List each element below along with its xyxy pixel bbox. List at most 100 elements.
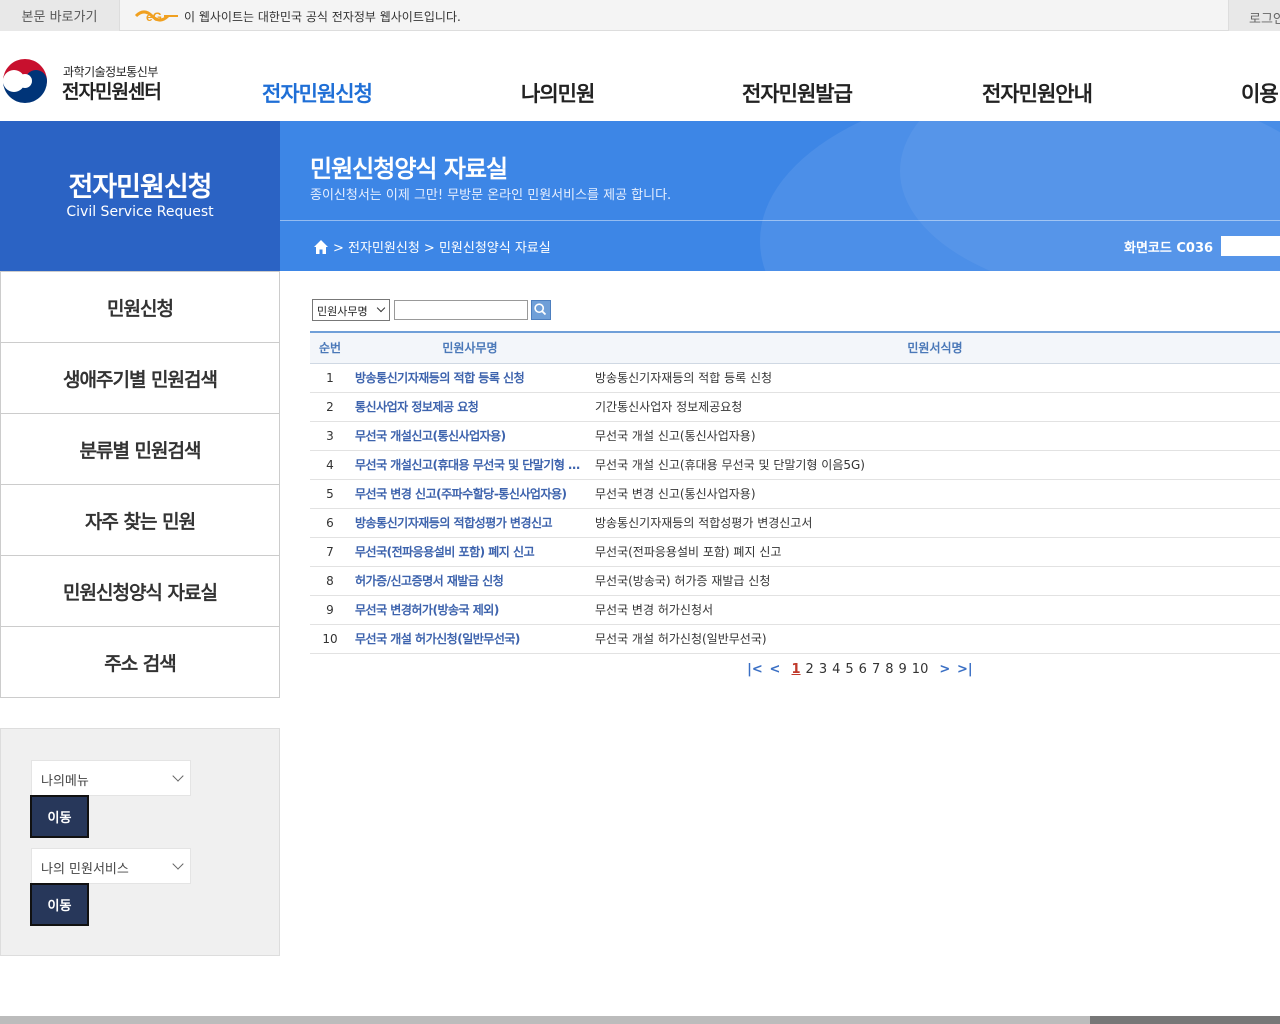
table-row: 10 무선국 개설 허가신청(일반무선국) 무선국 개설 허가신청(일반무선국) bbox=[310, 624, 1280, 654]
lnb-item-address-search[interactable]: 주소 검색 bbox=[1, 627, 279, 697]
gnb-apply[interactable]: 전자민원신청 bbox=[262, 78, 373, 108]
form-name: 무선국 개설 신고(휴대용 무선국 및 단말기형 이음5G) bbox=[590, 450, 1280, 480]
row-number: 6 bbox=[310, 508, 350, 538]
row-number: 7 bbox=[310, 537, 350, 567]
my-service-go-button[interactable]: 이동 bbox=[30, 883, 89, 926]
service-name-link[interactable]: 통신사업자 정보제공 요청 bbox=[350, 392, 590, 422]
lnb-item-lifecycle-search[interactable]: 생애주기별 민원검색 bbox=[1, 343, 279, 414]
lnb-item-frequent[interactable]: 자주 찾는 민원 bbox=[1, 485, 279, 556]
service-name-link[interactable]: 무선국(전파응용설비 포함) 폐지 신고 bbox=[350, 537, 590, 567]
page-banner: 민원신청양식 자료실 종이신청서는 이제 그만! 무방문 온라인 민원서비스를 … bbox=[280, 121, 1280, 271]
my-service-select[interactable]: 나의 민원서비스 bbox=[31, 848, 191, 884]
search-type-select[interactable]: 민원사무명 bbox=[312, 299, 390, 321]
chevron-down-icon bbox=[172, 858, 184, 870]
service-name-link[interactable]: 무선국 변경허가(방송국 제외) bbox=[350, 595, 590, 625]
page-number-link[interactable]: 2 bbox=[806, 662, 814, 677]
gnb-my-civil[interactable]: 나의민원 bbox=[521, 78, 595, 108]
row-number: 8 bbox=[310, 566, 350, 596]
row-number: 3 bbox=[310, 421, 350, 451]
service-name-link[interactable]: 허가증/신고증명서 재발급 신청 bbox=[350, 566, 590, 596]
col-header-number: 순번 bbox=[318, 341, 342, 356]
chevron-down-icon bbox=[376, 303, 386, 313]
my-menu-select[interactable]: 나의메뉴 bbox=[31, 760, 191, 796]
row-number: 9 bbox=[310, 595, 350, 625]
page-number-link[interactable]: 4 bbox=[832, 662, 840, 677]
form-name: 무선국 변경 신고(통신사업자용) bbox=[590, 479, 1280, 509]
form-name: 방송통신기자재등의 적합성평가 변경신고서 bbox=[590, 508, 1280, 538]
banner-divider bbox=[280, 220, 1280, 221]
scrollbar-thumb[interactable] bbox=[1090, 1016, 1280, 1024]
table-row: 9 무선국 변경허가(방송국 제외) 무선국 변경 허가신청서 bbox=[310, 595, 1280, 625]
my-menu-select-value: 나의메뉴 bbox=[41, 774, 89, 789]
government-emblem-icon[interactable] bbox=[0, 56, 50, 106]
section-title: 전자민원신청 bbox=[68, 172, 212, 203]
next-page-icon[interactable]: > bbox=[937, 661, 953, 677]
svg-text:eG: eG bbox=[146, 10, 162, 24]
page-number-link[interactable]: 6 bbox=[859, 662, 867, 677]
form-name: 무선국 변경 허가신청서 bbox=[590, 595, 1280, 625]
egov-notice: 이 웹사이트는 대한민국 공식 전자정부 웹사이트입니다. bbox=[184, 10, 461, 24]
search-button[interactable] bbox=[531, 300, 551, 320]
breadcrumb-path[interactable]: > 전자민원신청 > 민원신청양식 자료실 bbox=[333, 237, 551, 256]
skip-to-content-link[interactable]: 본문 바로가기 bbox=[0, 0, 120, 31]
service-name-link[interactable]: 무선국 개설신고(통신사업자용) bbox=[350, 421, 590, 451]
table-body: 1 방송통신기자재등의 적합 등록 신청 방송통신기자재등의 적합 등록 신청 2 통신… bbox=[310, 363, 1280, 654]
form-name: 무선국(방송국) 허가증 재발급 신청 bbox=[590, 566, 1280, 596]
form-name: 기간통신사업자 정보제공요청 bbox=[590, 392, 1280, 422]
chevron-down-icon bbox=[172, 770, 184, 782]
row-number: 5 bbox=[310, 479, 350, 509]
first-page-icon[interactable]: |< bbox=[747, 661, 763, 677]
form-name: 무선국(전파응용설비 포함) 폐지 신고 bbox=[590, 537, 1280, 567]
page-numbers: 1 2 3 4 5 6 7 8 9 10 bbox=[789, 662, 931, 677]
page-number-link[interactable]: 9 bbox=[899, 662, 907, 677]
lnb-item-apply[interactable]: 민원신청 bbox=[1, 272, 279, 343]
table-row: 4 무선국 개설신고(휴대용 무선국 및 단말기형 이음… 무선국 개설 신고(휴대… bbox=[310, 450, 1280, 480]
my-menu-go-button[interactable]: 이동 bbox=[30, 795, 89, 838]
service-name-link[interactable]: 방송통신기자재등의 적합 등록 신청 bbox=[350, 363, 590, 393]
page-number-link[interactable]: 10 bbox=[912, 662, 929, 677]
prev-page-icon[interactable]: < bbox=[767, 661, 783, 677]
home-icon[interactable] bbox=[313, 239, 329, 255]
table-row: 2 통신사업자 정보제공 요청 기간통신사업자 정보제공요청 bbox=[310, 392, 1280, 422]
row-number: 2 bbox=[310, 392, 350, 422]
page-subtitle: 종이신청서는 이제 그만! 무방문 온라인 민원서비스를 제공 합니다. bbox=[310, 188, 672, 203]
my-service-select-value: 나의 민원서비스 bbox=[41, 862, 129, 877]
page-number-link[interactable]: 3 bbox=[819, 662, 827, 677]
gnb-usage[interactable]: 이용 bbox=[1241, 78, 1279, 108]
service-name-link[interactable]: 방송통신기자재등의 적합성평가 변경신고 bbox=[350, 508, 590, 538]
form-name: 방송통신기자재등의 적합 등록 신청 bbox=[590, 363, 1280, 393]
top-utility-bar: 본문 바로가기 eG 이 웹사이트는 대한민국 공식 전자정부 웹사이트입니다.… bbox=[0, 0, 1280, 31]
table-row: 3 무선국 개설신고(통신사업자용) 무선국 개설 신고(통신사업자용) bbox=[310, 421, 1280, 451]
search-input[interactable] bbox=[394, 300, 528, 320]
last-page-icon[interactable]: >| bbox=[957, 661, 973, 677]
gnb-guide[interactable]: 전자민원안내 bbox=[982, 78, 1093, 108]
row-number: 1 bbox=[310, 363, 350, 393]
page-number-link[interactable]: 7 bbox=[872, 662, 880, 677]
page-number-link[interactable]: 1 bbox=[792, 662, 801, 677]
table-row: 6 방송통신기자재등의 적합성평가 변경신고 방송통신기자재등의 적합성평가 변경신… bbox=[310, 508, 1280, 538]
table-row: 5 무선국 변경 신고(주파수할당-통신사업자용) 무선국 변경 신고(통신사업자용… bbox=[310, 479, 1280, 509]
service-name-link[interactable]: 무선국 개설 허가신청(일반무선국) bbox=[350, 624, 590, 654]
table-row: 8 허가증/신고증명서 재발급 신청 무선국(방송국) 허가증 재발급 신청 bbox=[310, 566, 1280, 596]
page-number-link[interactable]: 5 bbox=[845, 662, 853, 677]
login-link[interactable]: 로그인 bbox=[1228, 0, 1280, 31]
form-name: 무선국 개설 허가신청(일반무선국) bbox=[590, 624, 1280, 654]
page-number-link[interactable]: 8 bbox=[885, 662, 893, 677]
table-row: 7 무선국(전파응용설비 포함) 폐지 신고 무선국(전파응용설비 포함) 폐지 신… bbox=[310, 537, 1280, 567]
pagination: |< < 1 2 3 4 5 6 7 8 9 10 > >| bbox=[745, 661, 975, 677]
service-name-link[interactable]: 무선국 변경 신고(주파수할당-통신사업자용) bbox=[350, 479, 590, 509]
lnb-item-form-library[interactable]: 민원신청양식 자료실 bbox=[1, 556, 279, 627]
lnb-item-category-search[interactable]: 분류별 민원검색 bbox=[1, 414, 279, 485]
section-title-block: 전자민원신청 Civil Service Request bbox=[0, 121, 280, 271]
horizontal-scrollbar[interactable] bbox=[0, 1016, 1280, 1024]
form-list-table: 순번 민원사무명 민원서식명 1 방송통신기자재등의 적합 등록 신청 방송통신기자… bbox=[310, 331, 1280, 654]
service-name-link[interactable]: 무선국 개설신고(휴대용 무선국 및 단말기형 이음… bbox=[350, 450, 590, 480]
form-name: 무선국 개설 신고(통신사업자용) bbox=[590, 421, 1280, 451]
row-number: 4 bbox=[310, 450, 350, 480]
table-header-row: 순번 민원사무명 민원서식명 bbox=[310, 332, 1280, 363]
screen-code: 화면코드 C036 bbox=[1124, 241, 1214, 256]
gnb-issuance[interactable]: 전자민원발급 bbox=[742, 78, 853, 108]
egov-logo-icon: eG bbox=[134, 10, 178, 24]
screen-code-box bbox=[1221, 236, 1280, 256]
site-name[interactable]: 전자민원센터 bbox=[62, 77, 162, 104]
